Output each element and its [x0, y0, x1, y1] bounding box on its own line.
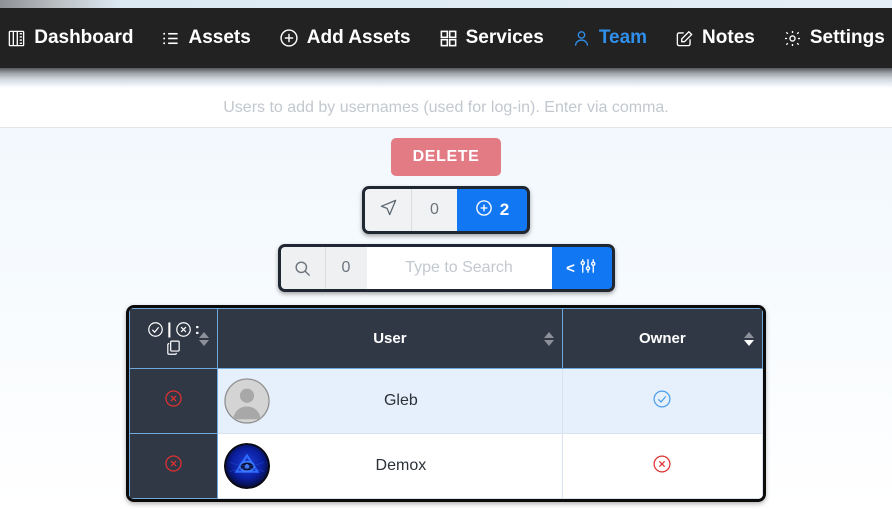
- usernames-input-row: [0, 88, 892, 128]
- search-input[interactable]: [366, 247, 552, 289]
- invite-toggle-group: 0 2: [362, 186, 530, 234]
- filter-button[interactable]: <: [551, 247, 612, 289]
- row-user-cell: Gleb: [217, 368, 563, 434]
- header-cell-actions: | :: [129, 308, 219, 369]
- row-user-cell: Demox: [217, 433, 563, 499]
- nav-label-add-assets: Add Assets: [306, 27, 411, 48]
- book-icon: [7, 29, 26, 48]
- x-circle-icon[interactable]: [175, 321, 192, 338]
- check-circle-icon[interactable]: [147, 321, 164, 338]
- nav-label-assets: Assets: [188, 27, 251, 48]
- main-navigation: Dashboard Assets Add Assets Services Tea…: [0, 8, 892, 68]
- nav-label-team: Team: [598, 27, 648, 48]
- header-cell-owner[interactable]: Owner: [561, 308, 763, 369]
- search-result-count: 0: [324, 247, 367, 289]
- avatar: [224, 378, 270, 424]
- nav-item-team[interactable]: Team: [558, 27, 661, 49]
- check-circle-icon[interactable]: [652, 389, 672, 409]
- row-owner-cell: [561, 433, 763, 499]
- add-count: 2: [499, 200, 510, 219]
- header-cell-user[interactable]: User: [217, 308, 563, 369]
- nav-item-add-assets[interactable]: Add Assets: [265, 27, 425, 49]
- plus-circle-icon: [279, 28, 299, 48]
- nav-item-settings[interactable]: Settings: [769, 27, 892, 49]
- nav-item-dashboard[interactable]: Dashboard: [0, 27, 147, 49]
- usernames-input[interactable]: [96, 92, 796, 123]
- window-top-strip: [0, 0, 892, 8]
- table-row[interactable]: Gleb: [129, 368, 763, 434]
- nav-label-dashboard: Dashboard: [34, 27, 134, 48]
- filter-prefix-label: <: [566, 259, 575, 277]
- x-circle-icon[interactable]: [652, 454, 672, 474]
- team-table: | : User Owner Gleb Demox: [126, 305, 766, 502]
- nav-item-services[interactable]: Services: [425, 27, 558, 49]
- copy-icon[interactable]: [165, 339, 182, 356]
- user-name: Gleb: [383, 392, 418, 409]
- user-icon: [572, 29, 591, 48]
- team-page-body: DELETE 0 2 0 <: [0, 128, 892, 509]
- avatar: [224, 443, 271, 489]
- row-delete-cell: [129, 368, 219, 434]
- row-owner-cell: [561, 368, 763, 434]
- sort-user[interactable]: [543, 331, 554, 346]
- nav-item-notes[interactable]: Notes: [661, 27, 769, 49]
- navbar-shadow: [0, 68, 892, 88]
- table-row[interactable]: Demox: [129, 433, 763, 499]
- header-label-owner: Owner: [638, 330, 686, 347]
- sort-actions[interactable]: [199, 331, 210, 346]
- search-icon[interactable]: [280, 247, 325, 289]
- sort-owner[interactable]: [744, 331, 754, 346]
- nav-item-assets[interactable]: Assets: [147, 27, 264, 49]
- header-separator: |: [167, 320, 172, 338]
- delete-button[interactable]: DELETE: [390, 138, 502, 176]
- user-name: Demox: [375, 457, 427, 474]
- grid-icon: [439, 29, 458, 48]
- nav-label-services: Services: [465, 27, 544, 48]
- add-users-button[interactable]: 2: [457, 189, 527, 231]
- table-header-row: | : User Owner: [129, 308, 763, 369]
- nav-label-notes: Notes: [702, 27, 755, 48]
- send-count[interactable]: 0: [411, 189, 457, 231]
- x-circle-icon[interactable]: [164, 389, 183, 408]
- nav-label-settings: Settings: [809, 27, 885, 48]
- pencil-square-icon: [675, 29, 694, 48]
- send-invites-button[interactable]: [365, 189, 411, 231]
- row-delete-cell: [129, 433, 219, 499]
- paper-plane-icon: [379, 198, 398, 222]
- plus-circle-icon: [475, 199, 493, 222]
- x-circle-icon[interactable]: [164, 454, 183, 473]
- header-label-user: User: [373, 330, 407, 347]
- search-group: 0 <: [277, 244, 615, 292]
- sliders-icon: [579, 257, 597, 279]
- gear-icon: [783, 29, 802, 48]
- list-icon: [161, 29, 180, 48]
